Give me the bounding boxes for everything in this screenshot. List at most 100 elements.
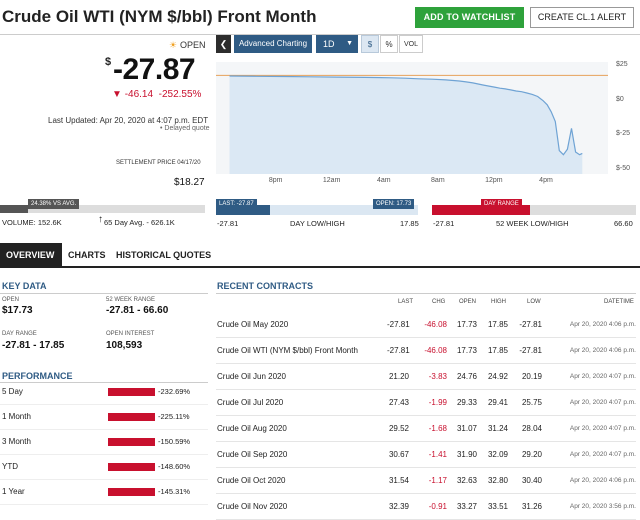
avg-volume-track — [80, 205, 205, 213]
contract-last: 29.52 — [388, 424, 409, 433]
open-interest-value: 108,593 — [106, 340, 143, 351]
period-select[interactable]: 1D ▼ — [316, 35, 358, 53]
perf-value: -225.11% — [158, 412, 190, 421]
col-low: LOW — [527, 299, 541, 305]
contract-name[interactable]: Crude Oil WTI (NYM $/bbl) Front Month — [217, 346, 358, 355]
advanced-charting-button[interactable]: Advanced Charting — [234, 35, 312, 53]
arrow-up-icon: ↑ — [98, 214, 103, 225]
last-tag: LAST: -27.87 — [216, 199, 257, 209]
avg-volume: 65 Day Avg. - 626.1K — [104, 218, 175, 227]
percent-toggle[interactable]: % — [380, 35, 398, 53]
contract-last: -27.81 — [387, 346, 410, 355]
price-change: ▼ -46.14 -252.55% — [112, 89, 201, 100]
volume-value: VOLUME: 152.6K — [2, 218, 62, 227]
perf-row-5day: 5 Day -232.69% — [0, 380, 208, 405]
chevron-left-icon[interactable]: ❮ — [216, 35, 231, 53]
contract-high: 24.92 — [487, 372, 508, 381]
page-title: Crude Oil WTI (NYM $/bbl) Front Month — [2, 7, 317, 26]
settlement-value: $18.27 — [174, 177, 205, 188]
x-tick-label: 4am — [376, 177, 391, 184]
contract-low: 31.26 — [521, 502, 542, 511]
change-value: -46.14 — [124, 89, 154, 100]
volume-toggle[interactable]: VOL — [399, 35, 423, 53]
perf-row-1year: 1 Year -145.31% — [0, 480, 208, 505]
tab-charts[interactable]: CHARTS — [62, 243, 112, 268]
add-to-watchlist-button[interactable]: ADD TO WATCHLIST — [415, 7, 524, 28]
perf-bar — [108, 463, 155, 471]
dollar-toggle[interactable]: $ — [361, 35, 379, 53]
day-range-key-label: DAY RANGE — [2, 331, 37, 337]
contract-row[interactable]: Crude Oil Nov 2020 32.39 -0.91 33.27 33.51 31… — [216, 494, 636, 520]
contract-dt: Apr 20, 2020 4:07 p.m. — [569, 373, 636, 380]
day-range-label: DAY LOW/HIGH — [290, 219, 345, 228]
open-label: OPEN — [2, 297, 20, 303]
contract-name[interactable]: Crude Oil Aug 2020 — [217, 424, 287, 433]
contract-row[interactable]: Crude Oil Jun 2020 21.20 -3.83 24.76 24.92 20… — [216, 364, 636, 390]
contract-row[interactable]: Crude Oil Aug 2020 29.52 -1.68 31.07 31.24 28… — [216, 416, 636, 442]
week52-label: 52 WEEK LOW/HIGH — [496, 219, 569, 228]
y-tick-label: $-25 — [616, 130, 631, 138]
contracts-divider — [216, 293, 636, 294]
contract-row[interactable]: Crude Oil May 2020 -27.81 -46.08 17.73 17.85… — [216, 312, 636, 338]
contract-dt: Apr 20, 2020 4:06 p.m. — [569, 321, 636, 328]
tab-overview[interactable]: OVERVIEW — [0, 243, 62, 268]
contract-last: -27.81 — [387, 320, 410, 329]
contract-dt: Apr 20, 2020 4:07 p.m. — [569, 425, 636, 432]
contract-chg: -1.68 — [428, 424, 447, 433]
col-high: HIGH — [491, 299, 506, 305]
contract-low: 30.40 — [521, 476, 542, 485]
perf-label: 1 Year — [2, 487, 25, 496]
open-interest-label: OPEN INTEREST — [106, 331, 155, 337]
contract-last: 32.39 — [388, 502, 409, 511]
perf-row-1month: 1 Month -225.11% — [0, 405, 208, 430]
x-tick-label: 12pm — [485, 177, 503, 184]
day-range-tag: DAY RANGE — [481, 199, 522, 209]
contract-name[interactable]: Crude Oil Sep 2020 — [217, 450, 287, 459]
contract-dt: Apr 20, 2020 4:06 p.m. — [569, 347, 636, 354]
volume-pct-tag: 24.38% VS AVG. — [28, 199, 80, 209]
contract-open: 33.27 — [456, 502, 477, 511]
contract-row[interactable]: Crude Oil Oct 2020 31.54 -1.17 32.63 32.80 30… — [216, 468, 636, 494]
contract-high: 29.41 — [487, 398, 508, 407]
perf-bar — [108, 388, 155, 396]
price-chart[interactable] — [216, 62, 608, 174]
perf-label: 3 Month — [2, 437, 31, 446]
contract-high: 17.85 — [487, 320, 508, 329]
week52-high: 66.60 — [614, 219, 633, 228]
contract-dt: Apr 20, 2020 4:07 p.m. — [569, 399, 636, 406]
perf-bar — [108, 438, 155, 446]
contract-chg: -1.17 — [428, 476, 447, 485]
perf-row-ytd: YTD -148.60% — [0, 455, 208, 480]
contract-high: 33.51 — [487, 502, 508, 511]
contract-open: 31.90 — [456, 450, 477, 459]
x-tick-label: 4pm — [539, 177, 553, 184]
contract-open: 32.63 — [456, 476, 477, 485]
open-tag: OPEN: 17.73 — [373, 199, 415, 209]
contract-name[interactable]: Crude Oil May 2020 — [217, 320, 288, 329]
create-alert-button[interactable]: CREATE CL.1 ALERT — [530, 7, 634, 28]
col-last: LAST — [398, 299, 414, 305]
week52-range-label: 52 WEEK RANGE — [106, 297, 156, 303]
perf-value: -145.31% — [158, 487, 191, 496]
contract-high: 31.24 — [487, 424, 508, 433]
contract-low: -27.81 — [519, 346, 542, 355]
contract-name[interactable]: Crude Oil Jun 2020 — [217, 372, 286, 381]
down-arrow-icon: ▼ — [112, 89, 122, 100]
contract-open: 31.07 — [456, 424, 477, 433]
perf-label: 1 Month — [2, 412, 31, 421]
contract-high: 32.09 — [487, 450, 508, 459]
last-price: -27.87 — [113, 53, 196, 86]
contract-name[interactable]: Crude Oil Nov 2020 — [217, 502, 287, 511]
contract-name[interactable]: Crude Oil Jul 2020 — [217, 398, 283, 407]
contract-row[interactable]: Crude Oil WTI (NYM $/bbl) Front Month -27… — [216, 338, 636, 364]
open-value: $17.73 — [2, 305, 33, 316]
col-open: OPEN — [459, 299, 477, 305]
contract-name[interactable]: Crude Oil Oct 2020 — [217, 476, 285, 485]
contract-row[interactable]: Crude Oil Jul 2020 27.43 -1.99 29.33 29.41 25… — [216, 390, 636, 416]
key-data-divider — [0, 293, 208, 294]
contract-row[interactable]: Crude Oil Sep 2020 30.67 -1.41 31.90 32.09 29… — [216, 442, 636, 468]
tab-historical-quotes[interactable]: HISTORICAL QUOTES — [110, 243, 217, 268]
settlement-label: SETTLEMENT PRICE 04/17/20 — [116, 160, 201, 166]
volume-bar-fill — [0, 205, 28, 213]
perf-bar — [108, 413, 155, 421]
